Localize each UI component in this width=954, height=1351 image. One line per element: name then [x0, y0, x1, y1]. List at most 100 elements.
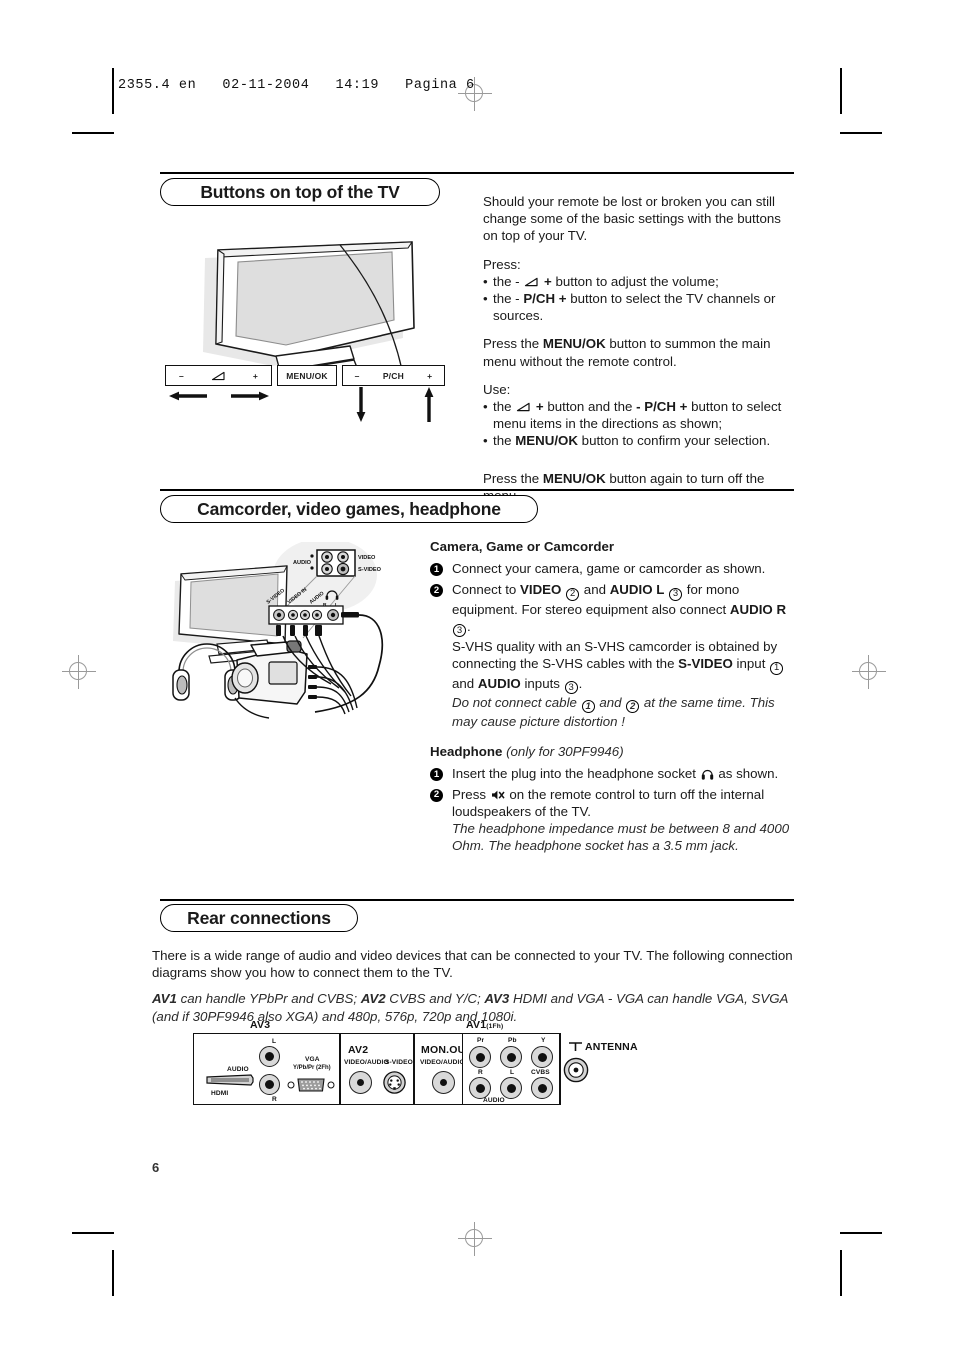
menu-turnoff-bold: MENU/OK: [542, 470, 606, 486]
camera-step-2-period: .: [467, 618, 471, 634]
svhs-note-and: and: [452, 675, 478, 691]
section-rule-buttons: [160, 172, 794, 174]
av3-audio-l-jack: [259, 1046, 280, 1067]
audio-r-label: AUDIO R: [729, 601, 787, 617]
hdmi-connector: [206, 1074, 254, 1086]
av1-cvbs-label: CVBS: [531, 1069, 550, 1076]
file-header-text: 2355.4 en 02-11-2004 14:19 Pagina 6: [118, 78, 475, 93]
svg-text:L: L: [335, 602, 338, 608]
antenna-coax-jack: [563, 1057, 589, 1083]
use-bullet-confirm: the MENU/OK button to confirm your selec…: [483, 432, 795, 449]
pch-plus-label: +: [427, 370, 433, 381]
av1-y-jack: [531, 1046, 553, 1068]
manual-page: 2355.4 en 02-11-2004 14:19 Pagina 6 Butt…: [0, 0, 954, 1351]
menu-ok-label: MENU/OK: [286, 370, 328, 381]
crop-mark-top-left-h: [72, 132, 114, 134]
volume-button-group[interactable]: – +: [165, 365, 272, 386]
mon-out-jack: [432, 1071, 455, 1094]
svg-text:VIDEO: VIDEO: [358, 555, 376, 561]
vga-connector: [287, 1078, 335, 1092]
video-ref-label: VIDEO: [520, 582, 562, 598]
ref-circle-3b: 3: [453, 624, 466, 638]
av1-pb-jack: [500, 1046, 522, 1068]
header-divider: [112, 70, 113, 112]
section-rule-camcorder: [160, 489, 794, 491]
volume-wedge-icon: [517, 402, 530, 412]
av1-pr-jack: [469, 1046, 491, 1068]
headphone-step-2-pre: Press: [452, 786, 490, 802]
step-number-1: 1: [430, 768, 443, 782]
av1-panel-title-sub: (1Fh): [486, 1023, 504, 1030]
av2-video-audio-jack: [349, 1071, 372, 1094]
av1-text: can handle YPbPr and CVBS;: [176, 991, 361, 1007]
menu-summon-paragraph: Press the MENU/OK button to summon the m…: [483, 335, 795, 369]
pch-minus-label: –: [354, 370, 360, 381]
av1-y-label: Y: [541, 1037, 546, 1044]
page-number: 6: [152, 1160, 160, 1175]
pch-button-group[interactable]: – P/CH +: [342, 365, 445, 386]
headphone-step-list: 1 Insert the plug into the headphone soc…: [430, 765, 795, 854]
section-rule-rear: [160, 899, 794, 901]
menu-ok-button[interactable]: MENU/OK: [277, 365, 337, 386]
av2-video-audio-label: VIDEO/AUDIO: [344, 1059, 389, 1066]
crop-mark-bottom-right-h: [840, 1232, 882, 1234]
press-bullet-volume: the - + button to adjust the volume;: [483, 273, 795, 290]
av1-l-jack: [500, 1077, 522, 1099]
camera-step-2-and: and: [580, 582, 610, 598]
ref-circle-1b: 1: [581, 700, 595, 714]
mon-out-video-audio-label: VIDEO/AUDIO: [420, 1059, 465, 1066]
cable-warning: Do not connect cable 1 and 2 at the same…: [452, 694, 795, 730]
tv-top-button-bar: – + MENU/OK – P/CH +: [165, 365, 445, 422]
press-bullet-pch: the - P/CH + button to select the TV cha…: [483, 290, 795, 324]
press-bullet-pch-bold: P/CH +: [523, 291, 567, 307]
use-bullet-confirm-pre: the: [493, 433, 516, 449]
cable-warning-pre: Do not connect cable: [452, 694, 581, 710]
av1-r-label: R: [478, 1069, 483, 1076]
buttons-intro: Should your remote be lost or broken you…: [483, 194, 781, 244]
av2-label: AV2: [360, 991, 386, 1007]
camera-step-list: 1 Connect your camera, game or camcorder…: [430, 560, 795, 730]
step-number-2: 2: [430, 584, 443, 598]
menu-summon-pre: Press the: [483, 336, 543, 352]
section-heading-camcorder: Camcorder, video games, headphone: [160, 495, 538, 523]
use-bullet-plus: +: [532, 399, 548, 415]
press-bullet-pch-pre: the -: [493, 291, 524, 307]
crop-mark-bottom-right-v: [840, 1250, 842, 1296]
av3-vga-label: VGA: [305, 1056, 320, 1063]
svhs-note: S-VHS quality with an S-VHS camcorder is…: [452, 638, 795, 694]
press-bullet-list: the - + button to adjust the volume; the…: [483, 273, 795, 325]
registration-mark-right: [852, 655, 886, 689]
use-label: Use:: [483, 381, 511, 397]
volume-minus-label: –: [178, 370, 184, 381]
antenna-icon: [569, 1042, 582, 1051]
svg-text:R: R: [323, 602, 327, 608]
crop-mark-bottom-left-v: [112, 1250, 114, 1296]
cable-warning-and: and: [595, 694, 626, 710]
use-bullet-confirm-post: button to confirm your selection.: [577, 433, 771, 449]
av1-l-label: L: [510, 1069, 515, 1076]
panel-divider: [560, 1033, 562, 1105]
av1-pr-label: Pr: [477, 1037, 485, 1044]
av1-pb-label: Pb: [508, 1037, 517, 1044]
av1-cvbs-jack: [531, 1077, 553, 1099]
mute-icon: [491, 790, 505, 800]
volume-plus-label: +: [252, 370, 258, 381]
crop-mark-bottom-left-h: [72, 1232, 114, 1234]
headphone-subheading: Headphone (only for 30PF9946): [430, 743, 795, 760]
section-heading-buttons-label: Buttons on top of the TV: [200, 181, 400, 202]
ref-circle-2: 2: [566, 587, 580, 601]
headphone-subheading-label: Headphone: [430, 744, 503, 760]
registration-mark-left: [62, 655, 96, 689]
audio-inputs-label: AUDIO: [477, 675, 521, 691]
press-bullet-volume-post: button to adjust the volume;: [555, 273, 719, 289]
camera-subheading: Camera, Game or Camcorder: [430, 539, 615, 554]
antenna-label: ANTENNA: [585, 1041, 638, 1053]
use-bullet-pre: the: [493, 399, 516, 415]
camera-step-1-text: Connect your camera, game or camcorder a…: [452, 561, 766, 577]
av3-audio-r-label: R: [272, 1096, 277, 1103]
use-bullet-confirm-bold: MENU/OK: [515, 433, 578, 449]
av3-vga-sub-label: Y/Pb/Pr (2Fh): [293, 1065, 331, 1071]
svhs-note-end: .: [578, 675, 583, 691]
av3-panel-title: AV3: [250, 1019, 271, 1031]
use-bullet-navigate: the + button and the - P/CH + button to …: [483, 398, 795, 432]
